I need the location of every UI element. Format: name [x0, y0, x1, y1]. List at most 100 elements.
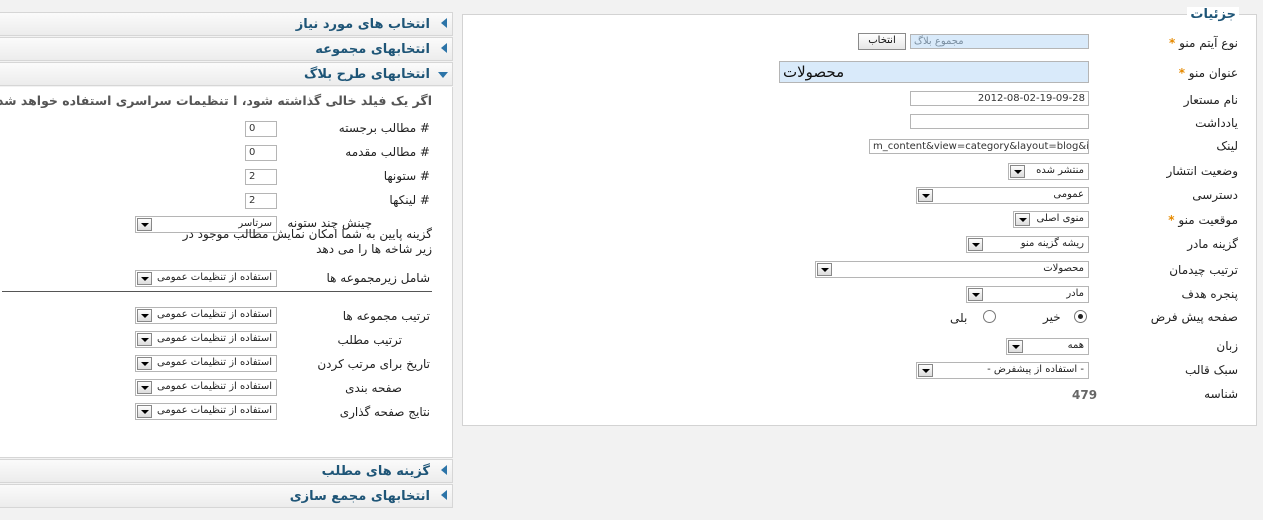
link-label: لینک	[1216, 139, 1238, 153]
accordion-title: گزینه های مطلب	[321, 464, 430, 479]
divider	[2, 291, 432, 292]
default-yes-label: بلی	[950, 311, 968, 325]
dropdown-arrow-icon[interactable]	[137, 309, 152, 322]
category-order-label: ترتیب مجموعه ها	[342, 309, 430, 323]
label-text: عنوان منو	[1188, 66, 1238, 80]
dropdown-arrow-icon[interactable]	[918, 364, 933, 377]
date-order-select[interactable]: استفاده از تنظیمات عمومی	[135, 355, 277, 372]
leading-count-input[interactable]: 0	[245, 121, 277, 137]
accordion-blog-layout-options[interactable]: انتخابهای طرح بلاگ	[0, 62, 453, 86]
default-page-label: صفحه پیش فرض	[1150, 310, 1238, 324]
intro-count-input[interactable]: 0	[245, 145, 277, 161]
dropdown-arrow-icon[interactable]	[137, 272, 152, 285]
details-legend: جزئیات	[1187, 7, 1239, 22]
status-select[interactable]: منتشر شده	[1008, 163, 1089, 180]
intro-label: # مطالب مقدمه	[345, 145, 430, 159]
category-order-select[interactable]: استفاده از تنظیمات عمومی	[135, 307, 277, 324]
accordion-category-options[interactable]: انتخابهای مجموعه	[0, 37, 453, 61]
pagination-label: صفحه بندی	[345, 381, 402, 395]
dropdown-arrow-icon[interactable]	[1010, 165, 1025, 178]
required-mark: *	[1169, 36, 1176, 50]
status-label: وضعیت انتشار	[1166, 164, 1238, 178]
article-order-label: ترتیب مطلب	[337, 333, 402, 347]
select-value: استفاده از تنظیمات عمومی	[157, 309, 272, 320]
language-label: زبان	[1216, 339, 1238, 353]
default-no-radio[interactable]	[1074, 310, 1087, 323]
arrow-left-icon	[441, 490, 447, 500]
target-window-label: پنجره هدف	[1181, 287, 1239, 301]
options-accordion: انتخاب های مورد نیاز انتخابهای مجموعه ان…	[0, 12, 453, 509]
accordion-article-options[interactable]: گزینه های مطلب	[0, 459, 453, 483]
select-value: محصولات	[1043, 263, 1084, 274]
select-value: مادر	[1066, 288, 1084, 299]
select-value: استفاده از تنظیمات عمومی	[157, 333, 272, 344]
dropdown-arrow-icon[interactable]	[968, 238, 983, 251]
default-yes-radio[interactable]	[983, 310, 996, 323]
arrow-down-icon	[438, 72, 448, 78]
menu-location-select[interactable]: منوی اصلی	[1013, 211, 1089, 228]
select-value: استفاده از تنظیمات عمومی	[157, 381, 272, 392]
alias-label: نام مستعار	[1183, 93, 1238, 107]
blank-field-note: اگر یک فیلد خالی گذاشته شود، ا تنظیمات س…	[0, 93, 432, 108]
pagination-select[interactable]: استفاده از تنظیمات عمومی	[135, 379, 277, 396]
subcategory-description: گزینه پایین به شما امکان نمایش مطالب موج…	[182, 227, 432, 256]
dropdown-arrow-icon[interactable]	[137, 405, 152, 418]
arrow-left-icon	[441, 465, 447, 475]
target-window-select[interactable]: مادر	[966, 286, 1089, 303]
dropdown-arrow-icon[interactable]	[137, 381, 152, 394]
pagination-results-select[interactable]: استفاده از تنظیمات عمومی	[135, 403, 277, 420]
dropdown-arrow-icon[interactable]	[1008, 340, 1023, 353]
dropdown-arrow-icon[interactable]	[968, 288, 983, 301]
columns-label: # ستونها	[383, 169, 430, 183]
links-label: # لینکها	[389, 193, 430, 207]
label-text: موقعیت منو	[1178, 213, 1238, 227]
menu-title-input[interactable]: محصولات	[779, 61, 1089, 83]
blog-layout-panel: اگر یک فیلد خالی گذاشته شود، ا تنظیمات س…	[0, 87, 453, 458]
include-subcategories-select[interactable]: استفاده از تنظیمات عمومی	[135, 270, 277, 287]
arrow-left-icon	[441, 43, 447, 53]
dropdown-arrow-icon[interactable]	[137, 357, 152, 370]
language-select[interactable]: همه	[1006, 338, 1089, 355]
dropdown-arrow-icon[interactable]	[817, 263, 832, 276]
select-value: استفاده از تنظیمات عمومی	[157, 357, 272, 368]
template-style-select[interactable]: - استفاده از پیشفرض -	[916, 362, 1089, 379]
select-menu-type-button[interactable]: انتخاب	[858, 33, 906, 50]
article-order-select[interactable]: استفاده از تنظیمات عمومی	[135, 331, 277, 348]
dropdown-arrow-icon[interactable]	[137, 218, 152, 231]
ordering-select[interactable]: محصولات	[815, 261, 1089, 278]
dropdown-arrow-icon[interactable]	[1015, 213, 1030, 226]
date-order-label: تاریخ برای مرتب کردن	[317, 357, 430, 371]
id-label: شناسه	[1204, 387, 1238, 401]
select-value: ریشه گزینه منو	[1020, 238, 1084, 249]
select-value: استفاده از تنظیمات عمومی	[157, 272, 272, 283]
template-style-label: سبک قالب	[1184, 363, 1238, 377]
select-value: همه	[1067, 340, 1084, 351]
alias-input[interactable]: 2012-08-02-19-09-28	[910, 91, 1089, 106]
include-subcategories-label: شامل زیرمجموعه ها	[326, 271, 431, 285]
select-value: - استفاده از پیشفرض -	[987, 364, 1084, 375]
select-value: عمومی	[1053, 189, 1084, 200]
ordering-label: ترتیب چیدمان	[1169, 263, 1238, 277]
required-mark: *	[1178, 66, 1185, 80]
menu-title-label: عنوان منو *	[1179, 66, 1238, 80]
columns-count-input[interactable]: 2	[245, 169, 277, 185]
menu-type-field: مجموع بلاگ	[910, 34, 1089, 49]
accordion-integration-options[interactable]: انتخابهای مجمع سازی	[0, 484, 453, 508]
access-select[interactable]: عمومی	[916, 187, 1089, 204]
accordion-required-options[interactable]: انتخاب های مورد نیاز	[0, 12, 453, 36]
link-field[interactable]: m_content&view=category&layout=blog&id=8…	[869, 139, 1089, 154]
required-mark: *	[1168, 213, 1175, 227]
links-count-input[interactable]: 2	[245, 193, 277, 209]
accordion-title: انتخاب های مورد نیاز	[295, 17, 430, 32]
pagination-results-label: نتایج صفحه گذاری	[339, 405, 430, 419]
menu-type-label: نوع آیتم منو *	[1169, 36, 1238, 50]
dropdown-arrow-icon[interactable]	[137, 333, 152, 346]
select-value: استفاده از تنظیمات عمومی	[157, 405, 272, 416]
id-value: 479	[1072, 388, 1098, 402]
arrow-left-icon	[441, 18, 447, 28]
note-input[interactable]	[910, 114, 1089, 129]
parent-item-select[interactable]: ریشه گزینه منو	[966, 236, 1089, 253]
dropdown-arrow-icon[interactable]	[918, 189, 933, 202]
label-text: نوع آیتم منو	[1179, 36, 1238, 50]
parent-item-label: گزینه مادر	[1187, 237, 1238, 251]
